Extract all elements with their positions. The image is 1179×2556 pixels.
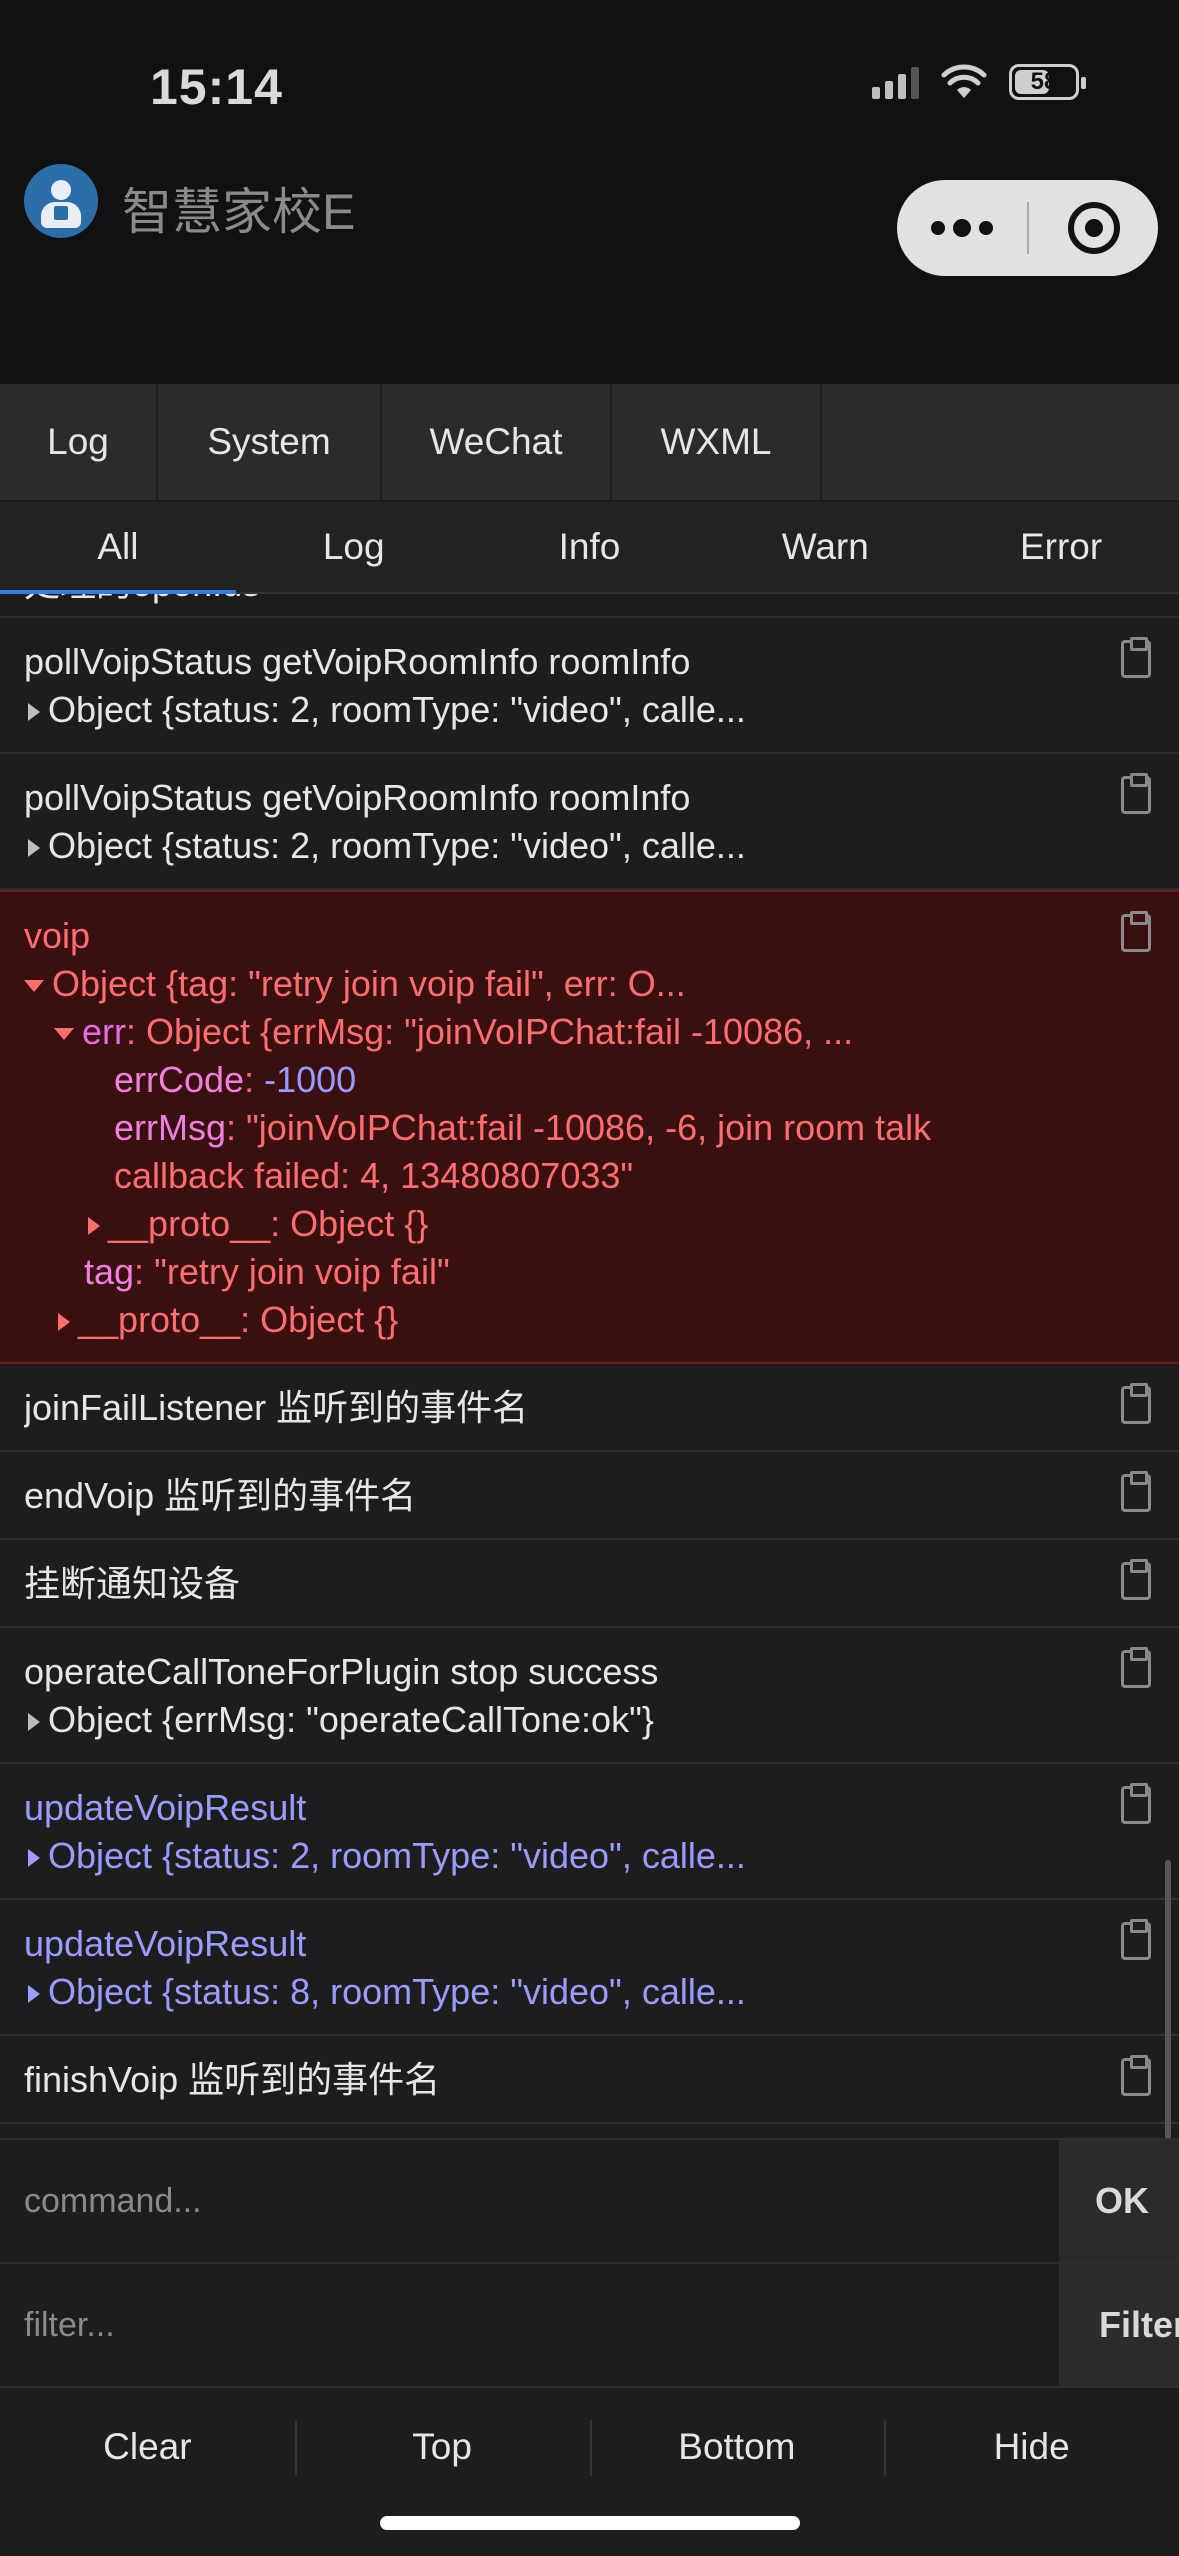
- log-item-info: updateVoipResult Object {status: 8, room…: [0, 1900, 1179, 2036]
- log-item: joinFailListener 监听到的事件名: [0, 1364, 1179, 1452]
- copy-icon[interactable]: [1121, 911, 1151, 952]
- expand-arrow-icon[interactable]: [28, 839, 40, 858]
- log-prop-proto[interactable]: __proto__: Object {}: [24, 1200, 1155, 1248]
- log-object-err[interactable]: err: Object {errMsg: "joinVoIPChat:fail …: [24, 1008, 1155, 1056]
- log-filter-tabs: All Log Info Warn Error: [0, 502, 1179, 594]
- subtab-log[interactable]: Log: [236, 502, 472, 592]
- log-object[interactable]: Object {status: 2, roomType: "video", ca…: [24, 686, 1155, 734]
- log-text: pollVoipStatus getVoipRoomInfo roomInfo: [24, 777, 691, 818]
- subtab-all[interactable]: All: [0, 502, 236, 594]
- log-item: operateCallToneForPlugin stop success Ob…: [0, 1628, 1179, 1764]
- app-avatar-icon[interactable]: [24, 164, 98, 238]
- command-row: OK: [0, 2138, 1179, 2262]
- bottom-safe-area: [0, 2506, 1179, 2556]
- copy-icon[interactable]: [1121, 1919, 1151, 1960]
- expand-arrow-icon[interactable]: [28, 1849, 40, 1868]
- log-object[interactable]: Object {tag: "retry join voip fail", err…: [24, 960, 1155, 1008]
- expand-arrow-icon[interactable]: [28, 1985, 40, 2004]
- log-prop-errcode: errCode: -1000: [114, 1059, 357, 1100]
- command-input[interactable]: [0, 2140, 1059, 2262]
- copy-icon[interactable]: [1121, 1471, 1151, 1512]
- tab-wxml[interactable]: WXML: [612, 384, 822, 500]
- expand-arrow-icon[interactable]: [88, 1217, 100, 1236]
- log-text: operateCallToneForPlugin stop success: [24, 1651, 659, 1692]
- collapse-arrow-icon[interactable]: [54, 1028, 74, 1041]
- miniprogram-capsule: [897, 180, 1158, 276]
- copy-icon[interactable]: [1121, 637, 1151, 678]
- filter-button[interactable]: Filter: [1059, 2264, 1179, 2386]
- tab-wechat[interactable]: WeChat: [382, 384, 612, 500]
- tab-log[interactable]: Log: [0, 384, 158, 500]
- status-bar: 15:14 58: [0, 0, 1179, 150]
- log-item: pollVoipStatus getVoipRoomInfo roomInfo …: [0, 754, 1179, 890]
- battery-level: 58: [1030, 68, 1058, 95]
- log-text: updateVoipResult: [24, 1923, 307, 1964]
- log-item-error: voip Object {tag: "retry join voip fail"…: [0, 890, 1179, 1364]
- app-header: 智慧家校E: [0, 150, 1179, 384]
- status-icons: 58: [872, 64, 1086, 100]
- log-area[interactable]: 处理的openIds pollVoipStatus getVoipRoomInf…: [0, 594, 1179, 2138]
- console-tabs: Log System WeChat WXML: [0, 384, 1179, 502]
- log-text: endVoip 监听到的事件名: [24, 1475, 417, 1516]
- log-object[interactable]: Object {errMsg: "operateCallTone:ok"}: [24, 1696, 1155, 1744]
- log-item: 处理的openIds: [0, 594, 1179, 618]
- clear-button[interactable]: Clear: [0, 2388, 295, 2506]
- log-text: updateVoipResult: [24, 1787, 307, 1828]
- copy-icon[interactable]: [1121, 1383, 1151, 1424]
- copy-icon[interactable]: [1121, 2055, 1151, 2096]
- expand-arrow-icon[interactable]: [58, 1313, 70, 1332]
- log-item: finishVoip 监听到的事件名: [0, 2036, 1179, 2124]
- wifi-icon: [941, 64, 987, 98]
- copy-icon[interactable]: [1121, 1647, 1151, 1688]
- subtab-warn[interactable]: Warn: [707, 502, 943, 592]
- log-list: 处理的openIds pollVoipStatus getVoipRoomInf…: [0, 594, 1179, 2124]
- copy-icon[interactable]: [1121, 773, 1151, 814]
- hide-button[interactable]: Hide: [884, 2388, 1179, 2506]
- subtab-error[interactable]: Error: [943, 502, 1179, 592]
- expand-arrow-icon[interactable]: [28, 1713, 40, 1732]
- copy-icon[interactable]: [1121, 1783, 1151, 1824]
- command-ok-button[interactable]: OK: [1059, 2140, 1179, 2262]
- tab-system[interactable]: System: [158, 384, 382, 500]
- close-miniprogram-icon[interactable]: [1029, 202, 1158, 254]
- log-prop-errmsg-cont: callback failed: 4, 13480807033": [114, 1155, 634, 1196]
- cellular-signal-icon: [872, 65, 919, 99]
- collapse-arrow-icon[interactable]: [24, 980, 44, 993]
- status-time: 15:14: [150, 59, 283, 115]
- log-text: joinFailListener 监听到的事件名: [24, 1387, 529, 1428]
- log-text: voip: [24, 915, 91, 956]
- bottom-toolbar: Clear Top Bottom Hide: [0, 2386, 1179, 2506]
- log-item: endVoip 监听到的事件名: [0, 1452, 1179, 1540]
- top-button[interactable]: Top: [294, 2388, 590, 2506]
- copy-icon[interactable]: [1121, 1559, 1151, 1600]
- log-text: pollVoipStatus getVoipRoomInfo roomInfo: [24, 641, 691, 682]
- log-object[interactable]: Object {status: 2, roomType: "video", ca…: [24, 822, 1155, 870]
- log-item: pollVoipStatus getVoipRoomInfo roomInfo …: [0, 618, 1179, 754]
- log-object[interactable]: Object {status: 2, roomType: "video", ca…: [24, 1832, 1155, 1880]
- log-text: 处理的openIds: [24, 594, 1155, 608]
- log-prop-tag: tag: "retry join voip fail": [84, 1251, 450, 1292]
- app-title: 智慧家校E: [122, 184, 356, 240]
- more-options-icon[interactable]: [897, 219, 1027, 237]
- subtab-info[interactable]: Info: [472, 502, 708, 592]
- home-indicator[interactable]: [380, 2516, 800, 2530]
- log-item-info: updateVoipResult Object {status: 2, room…: [0, 1764, 1179, 1900]
- expand-arrow-icon[interactable]: [28, 703, 40, 722]
- log-text: finishVoip 监听到的事件名: [24, 2059, 441, 2100]
- log-prop-errmsg: errMsg: "joinVoIPChat:fail -10086, -6, j…: [114, 1107, 932, 1148]
- bottom-button[interactable]: Bottom: [589, 2388, 885, 2506]
- filter-input[interactable]: [0, 2264, 1059, 2386]
- log-item: 挂断通知设备: [0, 1540, 1179, 1628]
- battery-icon: 58: [1009, 64, 1086, 100]
- log-prop-proto[interactable]: __proto__: Object {}: [24, 1296, 1155, 1344]
- filter-row: Filter: [0, 2262, 1179, 2386]
- log-object[interactable]: Object {status: 8, roomType: "video", ca…: [24, 1968, 1155, 2016]
- log-text: 挂断通知设备: [24, 1563, 241, 1604]
